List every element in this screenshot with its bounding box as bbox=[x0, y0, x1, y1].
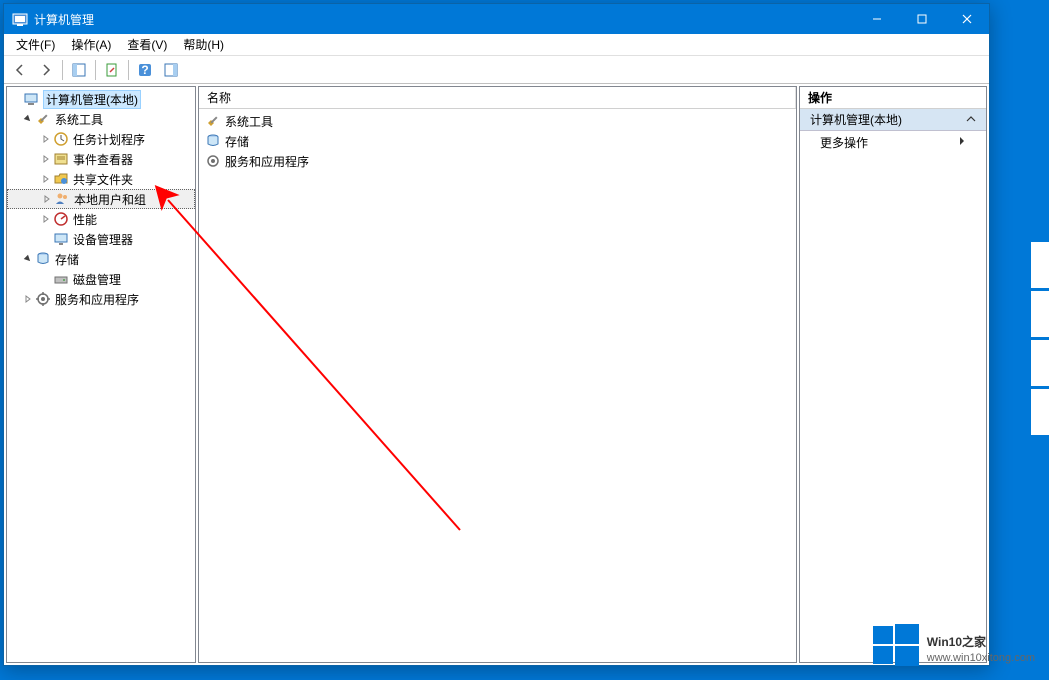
tree-storage[interactable]: 存储 bbox=[7, 249, 195, 269]
maximize-button[interactable] bbox=[899, 4, 944, 34]
tools-icon bbox=[205, 113, 221, 129]
event-icon bbox=[53, 151, 69, 167]
actions-more-label: 更多操作 bbox=[820, 134, 868, 151]
toolbar-separator bbox=[62, 60, 63, 80]
storage-icon bbox=[35, 251, 51, 267]
list-label: 系统工具 bbox=[225, 113, 273, 130]
watermark-brand: Win10之家 bbox=[927, 626, 1035, 652]
tree-device-manager[interactable]: 设备管理器 bbox=[7, 229, 195, 249]
tree-performance[interactable]: 性能 bbox=[7, 209, 195, 229]
tree-task-scheduler[interactable]: 任务计划程序 bbox=[7, 129, 195, 149]
column-header-row: 名称 bbox=[199, 87, 796, 109]
menu-view[interactable]: 查看(V) bbox=[119, 34, 175, 55]
expander-icon[interactable] bbox=[9, 92, 23, 106]
menubar: 文件(F) 操作(A) 查看(V) 帮助(H) bbox=[4, 34, 989, 56]
actions-pane: 操作 计算机管理(本地) 更多操作 bbox=[799, 86, 987, 663]
body-area: 计算机管理(本地) 系统工具 任务计划程序 事件查看器 共享文件夹 bbox=[4, 84, 989, 665]
close-button[interactable] bbox=[944, 4, 989, 34]
toolbar: ? bbox=[4, 56, 989, 84]
list-label: 服务和应用程序 bbox=[225, 153, 309, 170]
storage-icon bbox=[205, 133, 221, 149]
watermark: Win10之家 www.win10xitong.com bbox=[873, 622, 1035, 668]
list-item-system-tools[interactable]: 系统工具 bbox=[199, 111, 796, 131]
tree-label: 存储 bbox=[55, 251, 79, 268]
tree-services-apps[interactable]: 服务和应用程序 bbox=[7, 289, 195, 309]
list-label: 存储 bbox=[225, 133, 249, 150]
tree-label: 系统工具 bbox=[55, 111, 103, 128]
forward-button[interactable] bbox=[34, 58, 58, 82]
toolbar-separator bbox=[95, 60, 96, 80]
tree-disk-management[interactable]: 磁盘管理 bbox=[7, 269, 195, 289]
watermark-url: www.win10xitong.com bbox=[927, 652, 1035, 664]
tree-label: 任务计划程序 bbox=[73, 131, 145, 148]
tree-label: 计算机管理(本地) bbox=[43, 90, 141, 109]
window-title: 计算机管理 bbox=[34, 11, 854, 28]
services-icon bbox=[35, 291, 51, 307]
show-hide-tree-button[interactable] bbox=[67, 58, 91, 82]
toolbar-separator bbox=[128, 60, 129, 80]
minimize-button[interactable] bbox=[854, 4, 899, 34]
taskbar-edge bbox=[1031, 242, 1049, 435]
expand-icon[interactable] bbox=[39, 172, 53, 186]
navigation-tree[interactable]: 计算机管理(本地) 系统工具 任务计划程序 事件查看器 共享文件夹 bbox=[6, 86, 196, 663]
list-item-services[interactable]: 服务和应用程序 bbox=[199, 151, 796, 171]
users-icon bbox=[54, 191, 70, 207]
shared-folder-icon bbox=[53, 171, 69, 187]
tree-local-users-groups[interactable]: 本地用户和组 bbox=[7, 189, 195, 209]
show-action-pane-button[interactable] bbox=[159, 58, 183, 82]
windows-logo-icon bbox=[873, 622, 919, 668]
expand-icon[interactable] bbox=[39, 132, 53, 146]
expand-icon[interactable] bbox=[39, 152, 53, 166]
expand-icon[interactable] bbox=[40, 192, 54, 206]
tree-event-viewer[interactable]: 事件查看器 bbox=[7, 149, 195, 169]
collapse-icon[interactable] bbox=[21, 252, 35, 266]
column-name[interactable]: 名称 bbox=[199, 87, 796, 108]
disk-icon bbox=[53, 271, 69, 287]
menu-action[interactable]: 操作(A) bbox=[63, 34, 119, 55]
no-expander bbox=[39, 232, 53, 246]
content-list: 名称 系统工具 存储 服务和应用程序 bbox=[198, 86, 797, 663]
tree-label: 事件查看器 bbox=[73, 151, 133, 168]
menu-file[interactable]: 文件(F) bbox=[8, 34, 63, 55]
no-expander bbox=[39, 272, 53, 286]
list-item-storage[interactable]: 存储 bbox=[199, 131, 796, 151]
help-button[interactable]: ? bbox=[133, 58, 157, 82]
actions-group-title[interactable]: 计算机管理(本地) bbox=[800, 109, 986, 131]
tree-label: 服务和应用程序 bbox=[55, 291, 139, 308]
collapse-up-icon[interactable] bbox=[966, 113, 976, 127]
app-icon bbox=[12, 11, 28, 27]
services-icon bbox=[205, 153, 221, 169]
expand-icon[interactable] bbox=[39, 212, 53, 226]
properties-button[interactable] bbox=[100, 58, 124, 82]
actions-header: 操作 bbox=[800, 87, 986, 109]
expand-right-icon bbox=[958, 135, 966, 149]
computer-icon bbox=[23, 91, 39, 107]
tree-label: 性能 bbox=[73, 211, 97, 228]
tree-label: 磁盘管理 bbox=[73, 271, 121, 288]
clock-icon bbox=[53, 131, 69, 147]
device-icon bbox=[53, 231, 69, 247]
back-button[interactable] bbox=[8, 58, 32, 82]
tools-icon bbox=[35, 111, 51, 127]
actions-group-label: 计算机管理(本地) bbox=[810, 111, 902, 128]
collapse-icon[interactable] bbox=[21, 112, 35, 126]
expand-icon[interactable] bbox=[21, 292, 35, 306]
svg-text:?: ? bbox=[141, 63, 148, 77]
tree-label: 共享文件夹 bbox=[73, 171, 133, 188]
menu-help[interactable]: 帮助(H) bbox=[175, 34, 232, 55]
computer-management-window: 计算机管理 文件(F) 操作(A) 查看(V) 帮助(H) ? 计算机管理(本地… bbox=[3, 3, 990, 666]
tree-root[interactable]: 计算机管理(本地) bbox=[7, 89, 195, 109]
tree-label: 设备管理器 bbox=[73, 231, 133, 248]
tree-shared-folders[interactable]: 共享文件夹 bbox=[7, 169, 195, 189]
tree-label: 本地用户和组 bbox=[74, 191, 146, 208]
titlebar: 计算机管理 bbox=[4, 4, 989, 34]
performance-icon bbox=[53, 211, 69, 227]
tree-system-tools[interactable]: 系统工具 bbox=[7, 109, 195, 129]
actions-more[interactable]: 更多操作 bbox=[800, 131, 986, 153]
